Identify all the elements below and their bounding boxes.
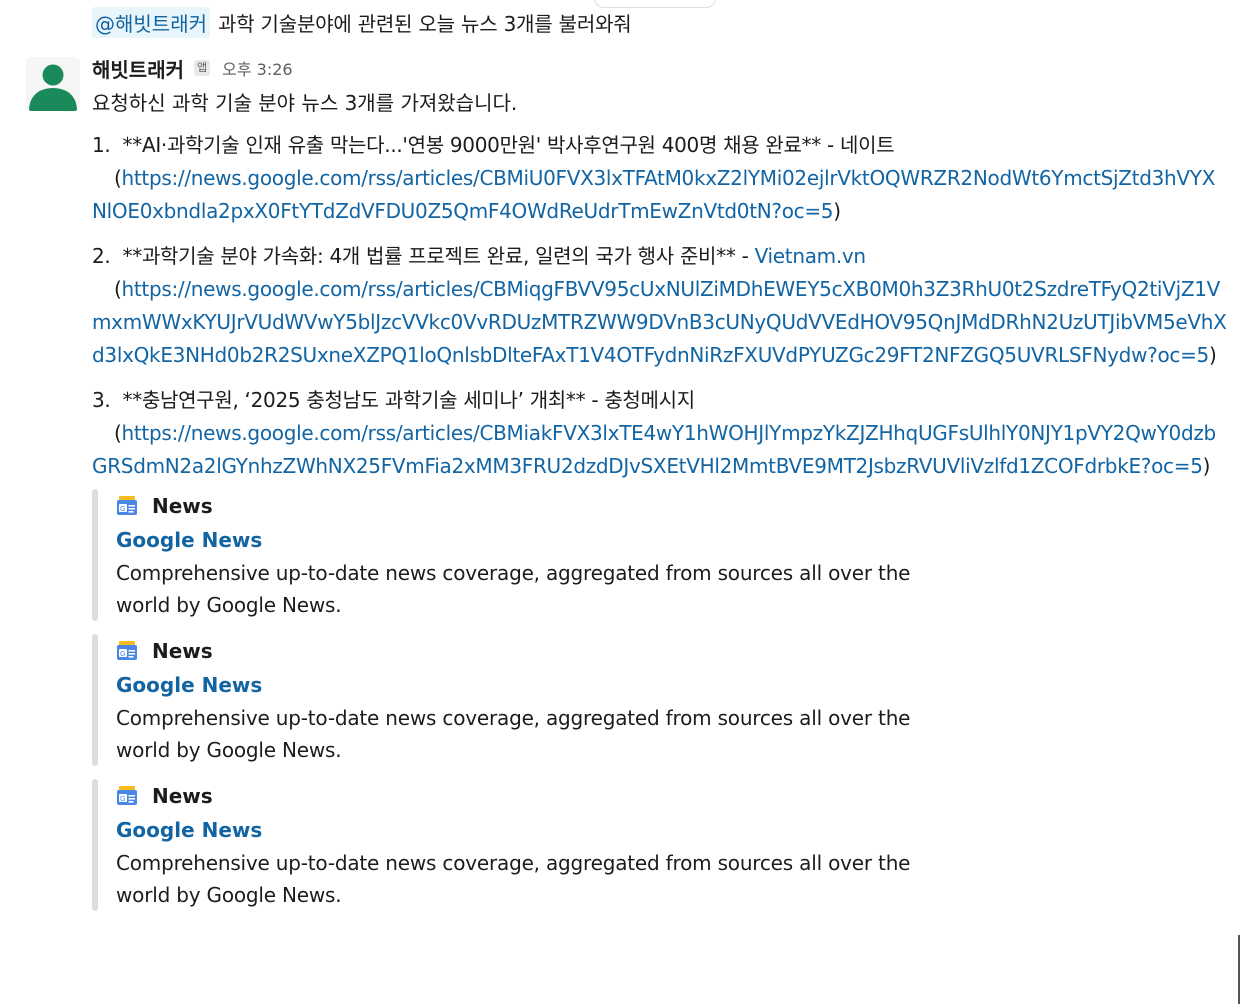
user-avatar-icon [29, 64, 77, 111]
link-previews: G News Google News Comprehensive up-to-d… [92, 489, 1227, 911]
preview-header: G News [116, 489, 1227, 523]
news-url-link[interactable]: https://news.google.com/rss/articles/CBM… [92, 277, 1227, 367]
link-preview-card: G News Google News Comprehensive up-to-d… [92, 634, 1227, 766]
news-number: 1. [92, 133, 111, 157]
bot-message: 해빗트래커 앱 오후 3:26 요청하신 과학 기술 분야 뉴스 3개를 가져왔… [92, 52, 1227, 924]
sender-name[interactable]: 해빗트래커 [92, 54, 184, 83]
preview-source: News [152, 494, 213, 518]
google-news-icon: G [117, 641, 137, 660]
message-timestamp[interactable]: 오후 3:26 [222, 56, 292, 80]
preview-description: Comprehensive up-to-date news coverage, … [116, 561, 911, 617]
preview-title-link[interactable]: Google News [116, 813, 1227, 847]
previous-message: @해빗트래커 과학 기술분야에 관련된 오늘 뉴스 3개를 불러와줘 [92, 6, 632, 38]
news-title: **과학기술 분야 가속화: 4개 법률 프로젝트 완료, 일련의 국가 행사 … [122, 244, 755, 268]
news-number: 2. [92, 244, 111, 268]
news-item: 2. **과학기술 분야 가속화: 4개 법률 프로젝트 완료, 일련의 국가 … [92, 244, 1227, 367]
avatar[interactable] [26, 57, 80, 111]
google-news-icon: G [117, 786, 137, 805]
app-badge: 앱 [194, 60, 211, 76]
message-intro: 요청하신 과학 기술 분야 뉴스 3개를 가져왔습니다. [92, 91, 518, 115]
svg-text:G: G [120, 796, 125, 803]
previous-message-text: 과학 기술분야에 관련된 오늘 뉴스 3개를 불러와줘 [218, 11, 632, 36]
svg-text:G: G [120, 651, 125, 658]
news-item: 3. **충남연구원, ‘2025 충청남도 과학기술 세미나’ 개최** - … [92, 388, 1216, 478]
news-url-link[interactable]: https://news.google.com/rss/articles/CBM… [92, 166, 1215, 223]
preview-title-link[interactable]: Google News [116, 668, 1227, 702]
link-preview-card: G News Google News Comprehensive up-to-d… [92, 489, 1227, 621]
news-list: 1. **AI·과학기술 인재 유출 막는다...'연봉 9000만원' 박사후… [92, 129, 1227, 483]
link-preview-card: G News Google News Comprehensive up-to-d… [92, 779, 1227, 911]
news-title: **AI·과학기술 인재 유출 막는다...'연봉 9000만원' 박사후연구원… [122, 133, 895, 157]
preview-source: News [152, 639, 213, 663]
svg-text:G: G [120, 506, 125, 513]
preview-header: G News [116, 779, 1227, 813]
preview-source: News [152, 784, 213, 808]
google-news-icon: G [117, 496, 137, 515]
news-number: 3. [92, 388, 111, 412]
news-item: 1. **AI·과학기술 인재 유출 막는다...'연봉 9000만원' 박사후… [92, 133, 1216, 223]
preview-title-link[interactable]: Google News [116, 523, 1227, 557]
news-url-link[interactable]: https://news.google.com/rss/articles/CBM… [92, 421, 1216, 478]
preview-header: G News [116, 634, 1227, 668]
message-header: 해빗트래커 앱 오후 3:26 [92, 52, 1227, 84]
preview-description: Comprehensive up-to-date news coverage, … [116, 706, 911, 762]
news-title: **충남연구원, ‘2025 충청남도 과학기술 세미나’ 개최** - 충청메… [122, 388, 696, 412]
news-source-link[interactable]: Vietnam.vn [755, 244, 867, 268]
user-mention[interactable]: @해빗트래커 [92, 6, 210, 38]
preview-description: Comprehensive up-to-date news coverage, … [116, 851, 911, 907]
